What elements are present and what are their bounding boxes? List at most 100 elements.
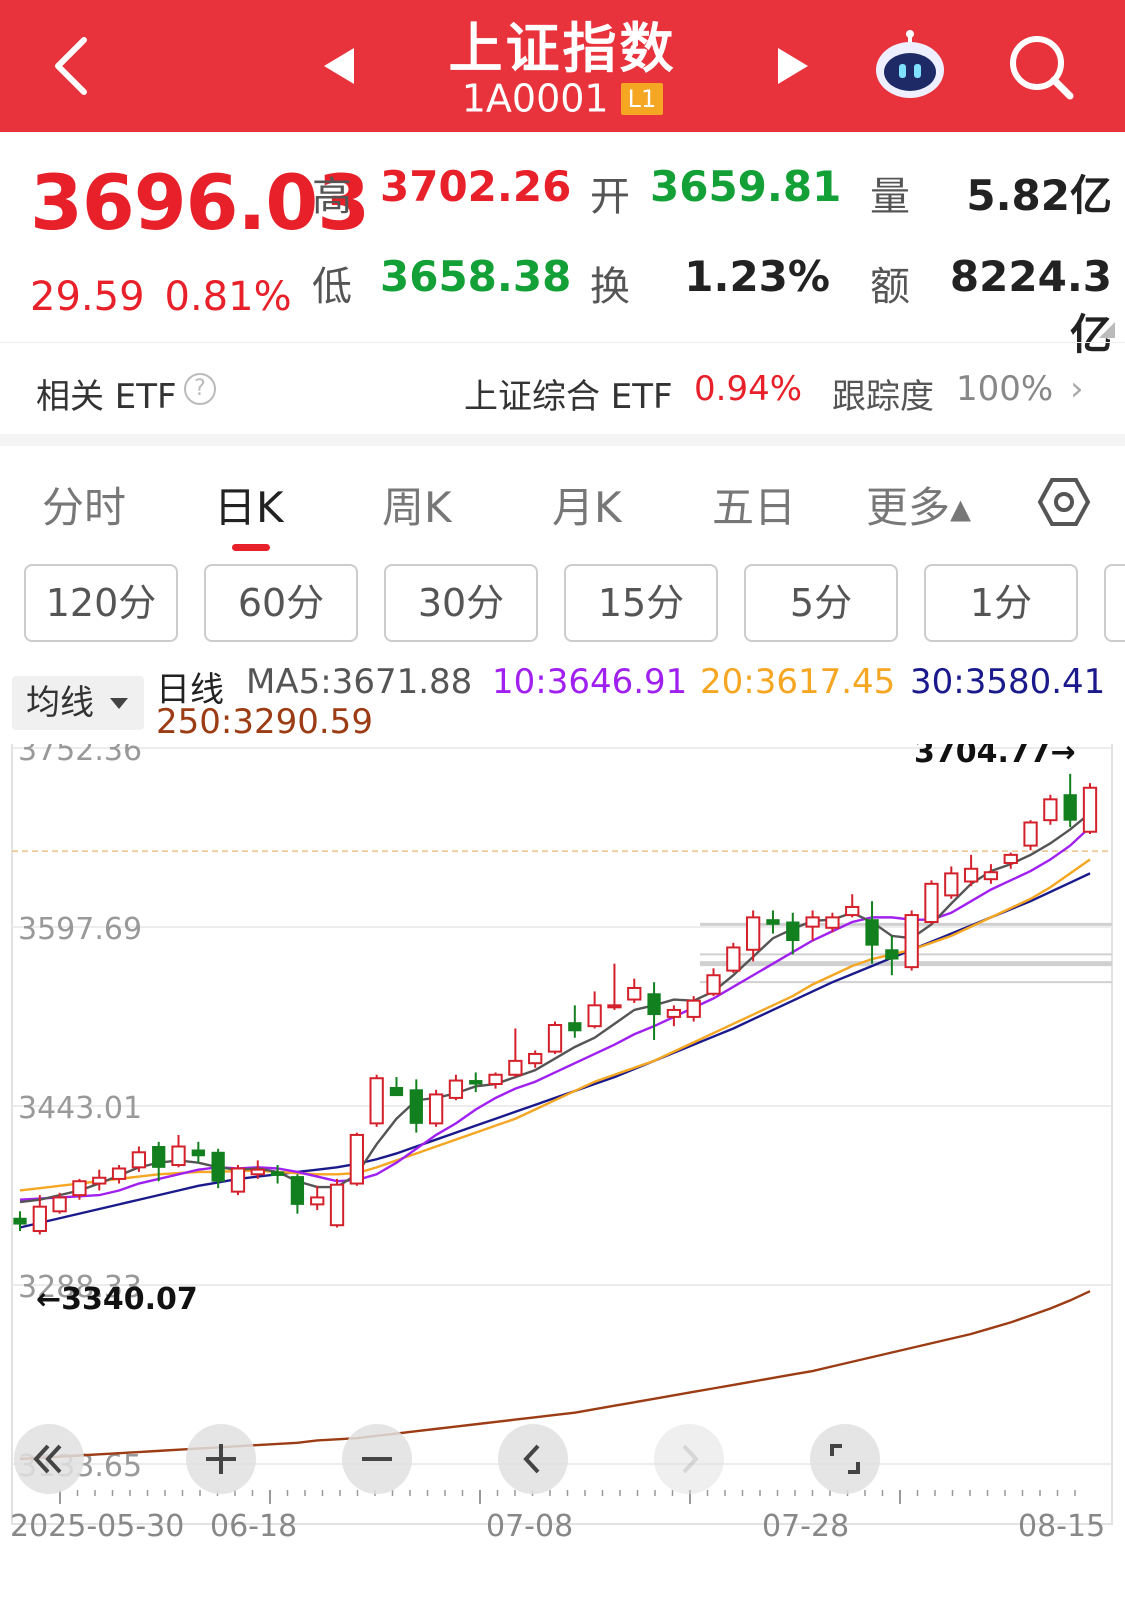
candle-body-up xyxy=(230,1167,246,1193)
section-divider xyxy=(0,434,1125,446)
search-icon[interactable] xyxy=(1006,32,1076,102)
period-30m-button[interactable]: 30分 xyxy=(384,564,538,642)
tab-five-day[interactable]: 五日 xyxy=(712,474,796,535)
quote-panel: 3696.03 29.59 0.81% 高 3702.26 低 3658.38 开… xyxy=(0,132,1125,359)
y-tick-label: 3752.36 xyxy=(18,744,142,768)
period-5m-button[interactable]: 5分 xyxy=(744,564,898,642)
zoom-out-button[interactable] xyxy=(342,1424,412,1494)
candle-body-up xyxy=(329,1183,345,1227)
x-tick-label: 2025-05-30 xyxy=(10,1509,184,1544)
x-tick-label: 07-28 xyxy=(762,1509,849,1544)
candle-body-down xyxy=(191,1149,205,1157)
candle-body-up xyxy=(963,867,979,883)
settings-hexagon-icon[interactable] xyxy=(1036,474,1092,530)
double-chevron-left-icon xyxy=(33,1444,62,1474)
tab-daily-k[interactable]: 日K xyxy=(214,474,284,535)
tab-intraday[interactable]: 分时 xyxy=(42,474,126,535)
plus-icon xyxy=(206,1444,236,1474)
ma-selector[interactable]: 均线 xyxy=(12,676,144,730)
x-tick-label: 07-08 xyxy=(486,1509,573,1544)
amount-label: 额 xyxy=(870,264,910,310)
tracking-value: 100% xyxy=(956,369,1054,409)
tab-monthly-k[interactable]: 月K xyxy=(552,474,622,535)
period-1m-button[interactable]: 1分 xyxy=(924,564,1078,642)
zoom-in-button[interactable] xyxy=(186,1424,256,1494)
period-120m-button[interactable]: 120分 xyxy=(24,564,178,642)
top-bar: 上证指数 1A0001 L1 xyxy=(0,0,1125,132)
related-etf-row[interactable]: 相关 ETF ? 上证综合 ETF 0.94% 跟踪度 100% › xyxy=(0,342,1125,434)
ma5-line xyxy=(19,812,1091,1204)
etf-name: 上证综合 ETF xyxy=(464,377,673,417)
candle-body-up xyxy=(666,1008,682,1018)
period-overflow-button[interactable] xyxy=(1104,564,1125,642)
y-tick-label: 3443.01 xyxy=(18,1091,142,1126)
candle-body-up xyxy=(131,1151,147,1169)
next-triangle-icon[interactable] xyxy=(772,44,812,88)
candle-body-up xyxy=(1003,853,1018,864)
dropdown-triangle-icon xyxy=(110,698,128,709)
open-label: 开 xyxy=(590,174,630,220)
high-value: 3702.26 xyxy=(380,162,572,211)
low-value: 3658.38 xyxy=(380,252,572,301)
candle-body-up xyxy=(1023,821,1038,847)
candle-body-up xyxy=(607,1004,622,1009)
rewind-button[interactable] xyxy=(14,1424,84,1494)
active-tab-indicator xyxy=(232,544,270,551)
candle-body-up xyxy=(488,1073,503,1086)
ma10-value: 10:3646.91 xyxy=(492,662,688,702)
candle-body-up xyxy=(587,1004,602,1028)
chart-frame xyxy=(11,744,1113,1525)
y-tick-label: 3597.69 xyxy=(18,912,142,947)
candle-body-down xyxy=(568,1022,582,1032)
period-15m-button[interactable]: 15分 xyxy=(564,564,718,642)
fullscreen-button[interactable] xyxy=(810,1424,880,1494)
candle-body-up xyxy=(448,1079,464,1099)
candle-body-up xyxy=(944,872,959,897)
candle-body-up xyxy=(686,999,701,1018)
chevron-left-icon xyxy=(523,1444,540,1474)
period-selector: 120分 60分 30分 15分 5分 1分 xyxy=(0,564,1125,648)
kline-chart[interactable]: 3752.363597.693443.013288.333133.653704.… xyxy=(0,744,1125,1612)
period-60m-button[interactable]: 60分 xyxy=(204,564,358,642)
candle-body-down xyxy=(766,919,780,925)
candle-body-up xyxy=(983,871,999,881)
open-value: 3659.81 xyxy=(650,162,842,211)
scroll-left-button[interactable] xyxy=(498,1424,568,1494)
expand-corner-icon[interactable] xyxy=(1099,322,1115,338)
candle-body-down xyxy=(409,1089,423,1124)
ma-legend: 均线 日线 MA5:3671.88 10:3646.91 20:3617.45 … xyxy=(0,660,1125,744)
candle-body-up xyxy=(1043,798,1058,822)
x-tick-label: 08-15 xyxy=(1018,1509,1105,1544)
low-label: 低 xyxy=(312,264,352,310)
candle-body-up xyxy=(845,905,860,917)
scroll-right-button[interactable] xyxy=(654,1424,724,1494)
help-icon[interactable]: ? xyxy=(184,373,216,405)
candle-body-down xyxy=(1063,794,1077,821)
candle-body-up xyxy=(924,882,939,924)
candle-body-up xyxy=(369,1077,384,1125)
tab-more[interactable]: 更多▴ xyxy=(866,474,971,535)
candle-body-up xyxy=(706,974,721,995)
turnover-value: 1.23% xyxy=(684,252,830,301)
candle-body-down xyxy=(389,1086,404,1097)
candle-body-down xyxy=(647,993,661,1016)
robot-assistant-icon[interactable] xyxy=(872,28,948,104)
price-change: 29.59 0.81% xyxy=(30,274,292,320)
fullscreen-icon xyxy=(830,1444,860,1474)
candle-body-down xyxy=(290,1176,305,1205)
page-title: 上证指数 xyxy=(448,17,677,80)
candle-body-up xyxy=(508,1059,523,1076)
candle-body-down xyxy=(13,1217,27,1225)
chevron-right-icon[interactable]: › xyxy=(1070,369,1084,409)
stock-code: 1A0001 L1 xyxy=(0,74,1125,121)
candle-body-up xyxy=(904,914,919,969)
candle-body-up xyxy=(250,1168,265,1176)
candle-body-down xyxy=(786,921,800,942)
chart-tabs: 分时 日K 周K 月K 五日 更多▴ xyxy=(0,446,1125,550)
minus-icon xyxy=(362,1457,392,1461)
candle-body-down xyxy=(885,949,899,960)
tab-weekly-k[interactable]: 周K xyxy=(382,474,452,535)
candle-body-up xyxy=(310,1196,325,1206)
chevron-right-icon xyxy=(682,1444,699,1474)
candle-body-down xyxy=(270,1171,285,1176)
